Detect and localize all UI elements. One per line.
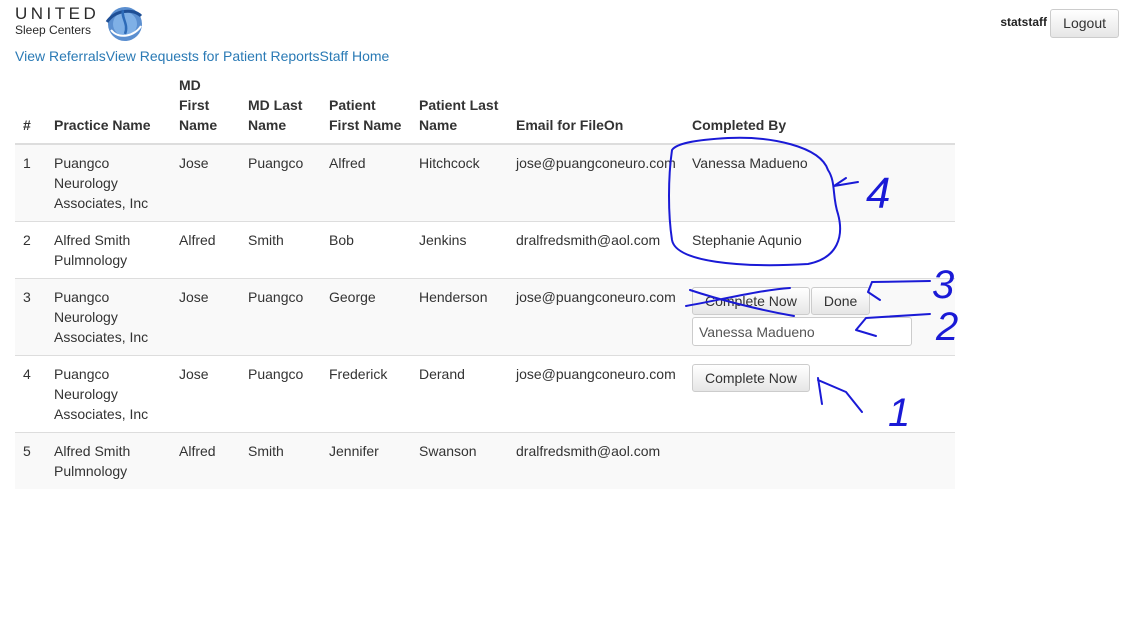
cell-number: 3	[15, 278, 46, 356]
cell-md-first-name: Alfred	[171, 432, 240, 489]
cell-practice-name: Alfred Smith Pulmnology	[46, 432, 171, 489]
cell-practice-name: Puangco Neurology Associates, Inc	[46, 355, 171, 433]
cell-number: 1	[15, 143, 46, 222]
cell-number: 5	[15, 432, 46, 489]
cell-email: dralfredsmith@aol.com	[508, 432, 684, 489]
nav-view-referrals[interactable]: View Referrals	[15, 48, 106, 64]
cell-md-last-name: Puangco	[240, 355, 321, 433]
cell-email: jose@puangconeuro.com	[508, 278, 684, 356]
cell-md-last-name: Smith	[240, 432, 321, 489]
table-row: 3 Puangco Neurology Associates, Inc Jose…	[15, 278, 955, 356]
cell-patient-last-name: Derand	[411, 355, 508, 433]
cell-practice-name: Puangco Neurology Associates, Inc	[46, 278, 171, 356]
nav-view-requests[interactable]: View Requests for Patient Reports	[106, 48, 320, 64]
col-header-completed-by: Completed By	[684, 73, 955, 145]
cell-md-last-name: Puangco	[240, 278, 321, 356]
col-header-practice-name: Practice Name	[46, 73, 171, 145]
nav-links: View ReferralsView Requests for Patient …	[15, 48, 389, 64]
cell-completed-by	[684, 432, 955, 489]
united-sleep-centers-logo: UNITED Sleep Centers	[15, 4, 145, 44]
cell-md-last-name: Smith	[240, 221, 321, 279]
cell-patient-first-name: Jennifer	[321, 432, 411, 489]
cell-email: jose@puangconeuro.com	[508, 143, 684, 222]
cell-patient-first-name: George	[321, 278, 411, 356]
table-row: 5 Alfred Smith Pulmnology Alfred Smith J…	[15, 432, 955, 489]
complete-now-button[interactable]: Complete Now	[692, 287, 810, 315]
brand-line2: Sleep Centers	[15, 23, 92, 37]
table-row: 2 Alfred Smith Pulmnology Alfred Smith B…	[15, 221, 955, 279]
cell-md-first-name: Jose	[171, 143, 240, 222]
table-row: 1 Puangco Neurology Associates, Inc Jose…	[15, 143, 955, 222]
cell-practice-name: Puangco Neurology Associates, Inc	[46, 143, 171, 222]
cell-md-first-name: Alfred	[171, 221, 240, 279]
cell-patient-last-name: Swanson	[411, 432, 508, 489]
cell-completed-by: Complete Now	[684, 355, 955, 433]
cell-patient-first-name: Alfred	[321, 143, 411, 222]
table-header-row: # Practice Name MD First Name MD Last Na…	[15, 73, 955, 145]
cell-number: 4	[15, 355, 46, 433]
cell-number: 2	[15, 221, 46, 279]
logout-button[interactable]: Logout	[1050, 9, 1119, 38]
complete-now-button[interactable]: Complete Now	[692, 364, 810, 392]
nav-staff-home[interactable]: Staff Home	[320, 48, 390, 64]
logo-swirl-icon	[105, 7, 143, 41]
cell-md-first-name: Jose	[171, 278, 240, 356]
cell-patient-last-name: Henderson	[411, 278, 508, 356]
col-header-email: Email for FileOn	[508, 73, 684, 145]
brand-line1: UNITED	[15, 4, 100, 23]
table-row: 4 Puangco Neurology Associates, Inc Jose…	[15, 355, 955, 433]
cell-patient-last-name: Jenkins	[411, 221, 508, 279]
cell-md-first-name: Jose	[171, 355, 240, 433]
cell-patient-last-name: Hitchcock	[411, 143, 508, 222]
cell-completed-by: Vanessa Madueno	[684, 143, 955, 222]
col-header-patient-first-name: Patient First Name	[321, 73, 411, 145]
cell-email: dralfredsmith@aol.com	[508, 221, 684, 279]
done-button[interactable]: Done	[810, 287, 871, 315]
cell-email: jose@puangconeuro.com	[508, 355, 684, 433]
col-header-patient-last-name: Patient Last Name	[411, 73, 508, 145]
cell-patient-first-name: Bob	[321, 221, 411, 279]
cell-patient-first-name: Frederick	[321, 355, 411, 433]
cell-practice-name: Alfred Smith Pulmnology	[46, 221, 171, 279]
current-username: statstaff	[1000, 15, 1047, 29]
col-header-number: #	[15, 73, 46, 145]
completed-by-name-input[interactable]	[692, 317, 912, 346]
cell-completed-by: Stephanie Aqunio	[684, 221, 955, 279]
col-header-md-first-name: MD First Name	[171, 73, 240, 145]
cell-md-last-name: Puangco	[240, 143, 321, 222]
cell-completed-by: Complete Now Done	[684, 278, 955, 356]
referrals-table: # Practice Name MD First Name MD Last Na…	[15, 73, 955, 489]
col-header-md-last-name: MD Last Name	[240, 73, 321, 145]
